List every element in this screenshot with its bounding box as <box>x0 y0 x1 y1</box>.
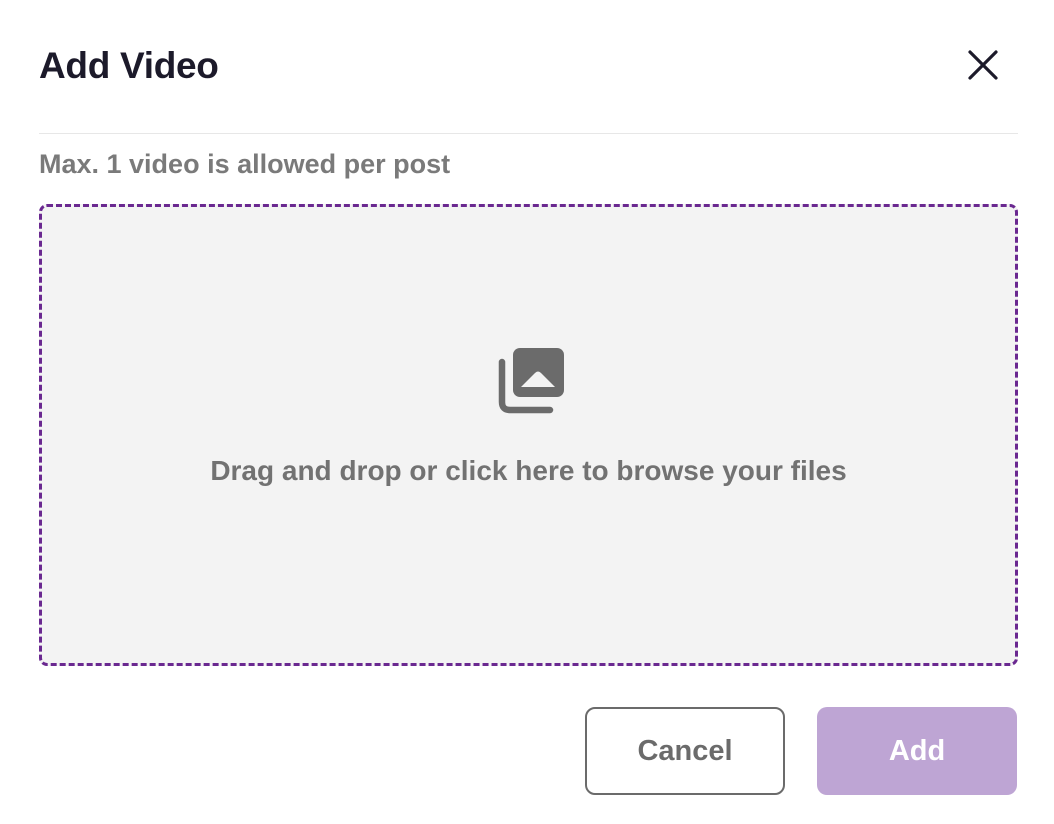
dropzone-instructions: Drag and drop or click here to browse yo… <box>210 455 847 486</box>
add-video-dialog: Add Video Max. 1 video is allowed per po… <box>0 0 1054 824</box>
close-icon <box>968 50 998 80</box>
video-limit-note: Max. 1 video is allowed per post <box>39 149 451 179</box>
close-button[interactable] <box>959 41 1007 89</box>
header-divider <box>39 133 1018 134</box>
cancel-button[interactable]: Cancel <box>585 707 785 795</box>
file-dropzone[interactable]: Drag and drop or click here to browse yo… <box>39 204 1018 666</box>
photo-library-icon <box>498 348 564 414</box>
add-button[interactable]: Add <box>817 707 1017 795</box>
dialog-title: Add Video <box>39 45 219 86</box>
